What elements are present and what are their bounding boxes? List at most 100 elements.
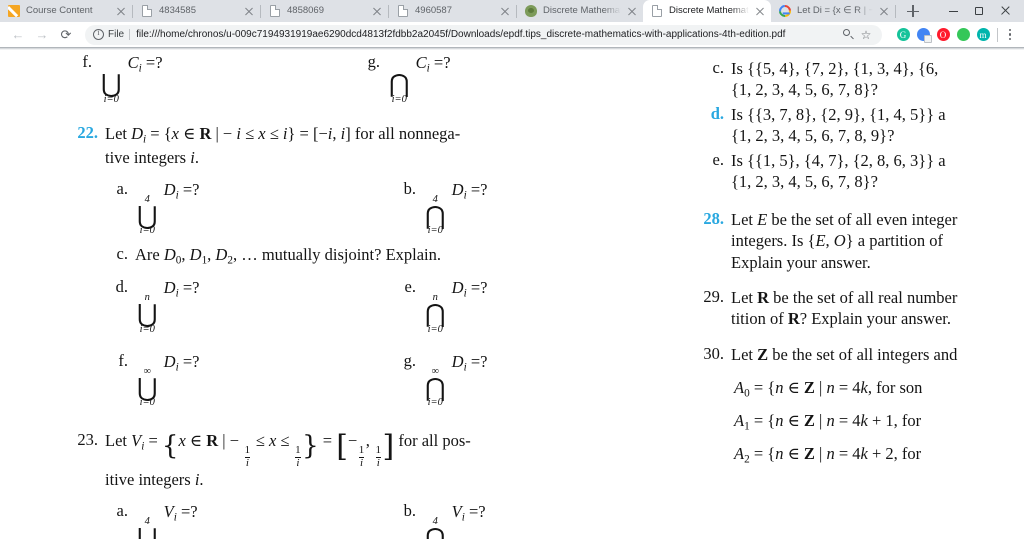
exercise-22-parts-fg: f. ∞ ⋃ i=0 Di =? g. ∞ ⋂ i=0 Di =? <box>62 351 662 411</box>
pdf-viewport[interactable]: f. ⋃ i=0 Ci =? g. ⋂ i=0 Ci =? 22. Let Di… <box>0 47 1024 539</box>
set-symbol: D <box>163 351 176 371</box>
info-icon[interactable] <box>93 28 104 40</box>
tab-title: Discrete Mathematics w <box>543 5 621 16</box>
opera-extension-icon[interactable]: O <box>933 25 953 45</box>
fraction-one-over-i: 1i <box>295 444 301 469</box>
sub-letter: a. <box>116 500 128 520</box>
sub-item-g: g. ⋂ i=0 Ci =? <box>350 52 662 107</box>
exercise-27-part-e: e. Is {{1, 5}, {4, 7}, {2, 8, 6, 3}} a {… <box>690 150 1024 193</box>
fraction-one-over-i: 1i <box>244 444 251 469</box>
tab-4960587[interactable]: 4960587 <box>389 0 516 22</box>
new-tab-button[interactable] <box>902 0 924 22</box>
intersection-operator: n ⋂ i=0 <box>425 292 446 335</box>
sub-letter: c. <box>116 244 128 264</box>
document-icon <box>397 5 409 17</box>
reload-button[interactable]: ⟳ <box>54 23 78 47</box>
sub-body: Is {{5, 4}, {7, 2}, {1, 3, 4}, {6, {1, 2… <box>731 59 939 100</box>
text: tive integers <box>105 148 191 168</box>
tab-close-icon[interactable] <box>625 4 639 18</box>
forward-button[interactable]: → <box>30 23 54 47</box>
sub-body: 4 ⋃ i=0 Di =? <box>137 179 200 237</box>
document-icon <box>651 5 663 17</box>
equals-question: =? <box>433 53 451 72</box>
odd-set-symbol: O <box>833 231 846 251</box>
tab-close-icon[interactable] <box>753 4 767 18</box>
exercise-body: Let R be the set of all real number titi… <box>731 287 958 329</box>
tab-4834585[interactable]: 4834585 <box>133 0 260 22</box>
set-symbol: C <box>127 53 139 72</box>
set-symbol: D <box>451 277 464 297</box>
text: Let <box>105 123 132 143</box>
set-symbol: D <box>163 277 176 297</box>
translate-extension-icon[interactable] <box>913 25 933 45</box>
exercise-30: 30. Let Z be the set of all integers and <box>690 344 1024 365</box>
browser-chrome: Course Content 4834585 4858069 4960587 D… <box>0 0 1024 47</box>
sub-letter: b. <box>403 178 416 198</box>
sub-item-b: b. 4 ⋂ i=0 Di =? <box>386 179 662 239</box>
tab-close-icon[interactable] <box>114 4 128 18</box>
exercise-body: Let Z be the set of all integers and <box>731 344 958 364</box>
tab-title: 4960587 <box>415 5 452 16</box>
close-window-button[interactable] <box>992 0 1018 22</box>
mail-extension-icon[interactable] <box>953 25 973 45</box>
tab-close-icon[interactable] <box>242 4 256 18</box>
text: = { <box>146 123 172 143</box>
tab-close-icon[interactable] <box>498 4 512 18</box>
minimize-window-button[interactable] <box>940 0 966 22</box>
reals-symbol: R <box>199 123 212 143</box>
set-symbol: V <box>163 501 174 521</box>
exercise-23: 23. Let Vi = {x ∈ R | − 1i ≤ x ≤ 1 i} = [… <box>62 430 662 490</box>
chrome-menu-button[interactable] <box>1002 25 1018 45</box>
exercise-number: 28. <box>703 208 724 228</box>
tab-close-icon[interactable] <box>877 4 891 18</box>
sub-body: ⋃ i=0 Ci =? <box>101 53 163 105</box>
left-column: f. ⋃ i=0 Ci =? g. ⋂ i=0 Ci =? 22. Let Di… <box>62 50 662 539</box>
tab-discrete-mathematics-site[interactable]: Discrete Mathematics w <box>517 0 643 22</box>
scheme-label: File <box>108 29 125 40</box>
scheme-divider <box>129 29 131 40</box>
tab-strip: Course Content 4834585 4858069 4960587 D… <box>0 0 1024 22</box>
exercise-27-part-d: d. Is {{3, 7, 8}, {2, 9}, {1, 4, 5}} a {… <box>690 104 1024 147</box>
exercise-22-parts-ab: a. 4 ⋃ i=0 Di =? b. 4 ⋂ i=0 Di =? <box>62 179 662 239</box>
back-button[interactable]: ← <box>6 23 30 47</box>
exercise-21-parts-fg: f. ⋃ i=0 Ci =? g. ⋂ i=0 Ci =? <box>62 52 662 107</box>
sub-item-a: a. 4 ⋃ i=1 Vi =? <box>98 501 386 539</box>
exercise-28: 28. Let E be the set of all even integer… <box>690 209 1024 273</box>
tab-course-content[interactable]: Course Content <box>0 0 132 22</box>
equals-question: =? <box>145 53 163 72</box>
exercise-23-parts-ab: a. 4 ⋃ i=1 Vi =? b. <box>62 501 662 539</box>
intersection-operator: 4 ⋂ i=0 <box>425 193 446 237</box>
reals-symbol: R <box>206 431 219 451</box>
sub-body: Is {{3, 7, 8}, {2, 9}, {1, 4, 5}} a {1, … <box>731 104 946 146</box>
maximize-window-button[interactable] <box>966 0 992 22</box>
bookmark-star-icon[interactable]: ☆ <box>858 28 874 42</box>
exercise-number: 30. <box>703 343 724 363</box>
google-icon <box>776 2 794 20</box>
tab-close-icon[interactable] <box>370 4 384 18</box>
tab-4858069[interactable]: 4858069 <box>261 0 388 22</box>
even-set-symbol: E <box>757 209 768 229</box>
tab-google-search[interactable]: Let Di = {x ∈ R | − i ≤ x ≤ <box>771 0 895 22</box>
zoom-icon[interactable] <box>840 27 856 43</box>
tab-title: Discrete Mathematics w <box>669 5 749 16</box>
tab-discrete-mathematics-pdf[interactable]: Discrete Mathematics w <box>643 0 771 22</box>
address-bar[interactable]: File file:///home/chronos/u-009c71949319… <box>85 24 882 45</box>
reals-symbol: R <box>757 287 770 307</box>
union-operator: n ⋃ i=0 <box>137 292 158 335</box>
sub-item-b: b. 4 ⋂ i=1 Vi =? <box>386 501 662 539</box>
teal-extension-icon[interactable]: m <box>973 25 993 45</box>
tab-title: Let Di = {x ∈ R | − i ≤ x ≤ <box>797 5 873 16</box>
union-operator: 4 ⋃ i=1 <box>137 516 158 539</box>
grammarly-extension-icon[interactable]: G <box>893 25 913 45</box>
sub-item-f: f. ⋃ i=0 Ci =? <box>62 52 350 107</box>
url-input[interactable]: file:///home/chronos/u-009c7194931919ae6… <box>136 29 836 40</box>
sub-letter: b. <box>403 500 416 520</box>
union-operator: ∞ ⋃ i=0 <box>137 365 158 409</box>
set-symbol: V <box>131 431 142 451</box>
sub-letter: e. <box>712 149 724 169</box>
sub-body: Are D0, D1, D2, … mutually disjoint? Exp… <box>135 245 442 268</box>
document-icon <box>269 5 281 17</box>
reals-symbol: R <box>787 309 800 329</box>
sub-letter: g. <box>367 52 380 71</box>
set-symbol: D <box>451 179 464 199</box>
